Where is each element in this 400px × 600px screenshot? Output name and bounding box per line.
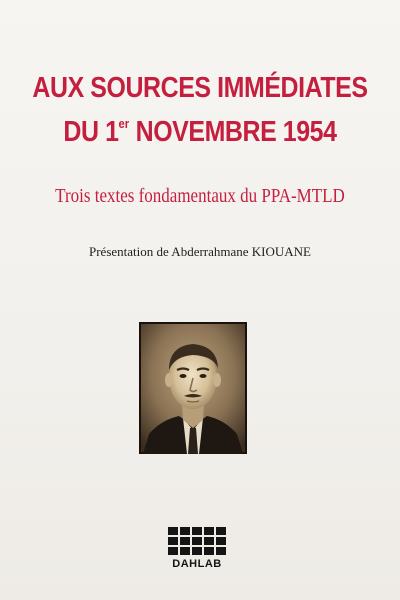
portrait-image (139, 322, 247, 454)
book-subtitle: Trois textes fondamentaux du PPA-MTLD (55, 185, 345, 207)
title-line-2-suffix: NOVEMBRE 1954 (129, 116, 337, 148)
grid-logo-icon (166, 527, 228, 555)
publisher-name: DAHLAB (172, 558, 222, 570)
title-line-2: DU 1er NOVEMBRE 1954 (28, 106, 372, 150)
title-line-2-prefix: DU 1 (63, 116, 119, 148)
title-line-1: AUX SOURCES IMMÉDIATES (32, 72, 368, 104)
presenter-credit: Présentation de Abderrahmane KIOUANE (88, 244, 311, 259)
portrait-photo (139, 322, 247, 454)
book-cover: AUX SOURCES IMMÉDIATES DU 1er NOVEMBRE 1… (0, 0, 400, 600)
title-superscript: er (118, 116, 130, 131)
publisher-logo: DAHLAB (166, 527, 228, 570)
book-title: AUX SOURCES IMMÉDIATES DU 1er NOVEMBRE 1… (0, 70, 400, 150)
